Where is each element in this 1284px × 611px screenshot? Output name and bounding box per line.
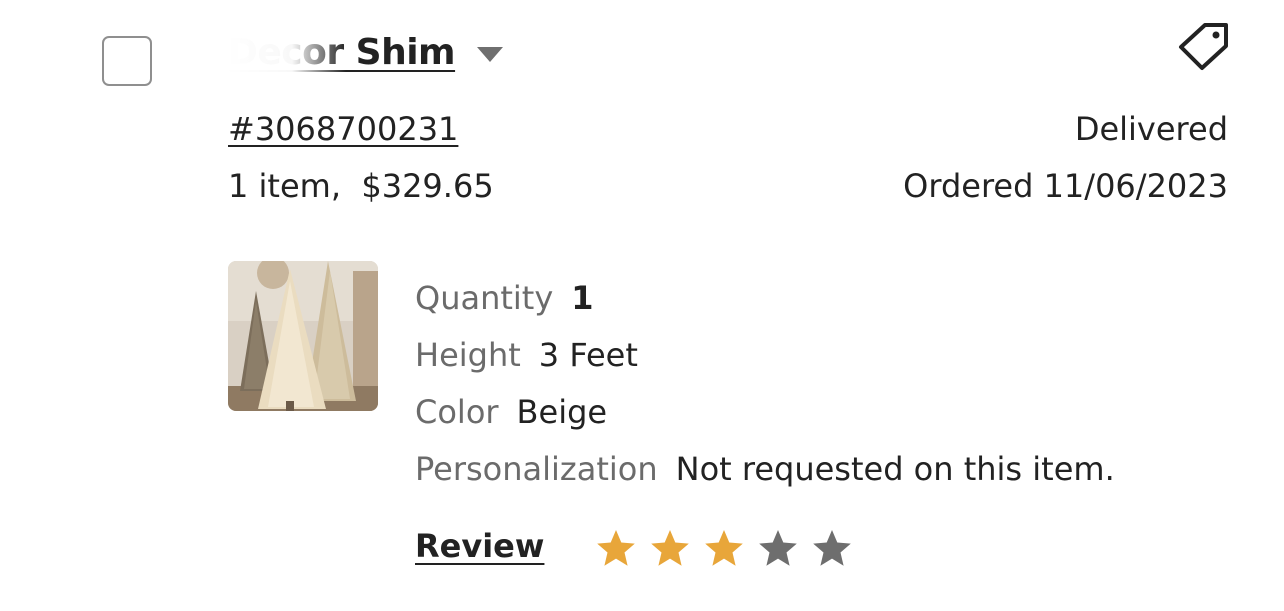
detail-color: Color Beige (415, 393, 607, 431)
star-rating (596, 528, 852, 568)
detail-value: 1 (571, 279, 594, 317)
detail-label: Personalization (415, 450, 658, 488)
beige-christmas-tree-thumbnail[interactable] (228, 261, 378, 411)
star-icon[interactable] (704, 528, 744, 568)
shop-header: Decor Shim (226, 22, 504, 82)
select-order-checkbox[interactable] (102, 36, 152, 86)
detail-label: Quantity (415, 279, 554, 317)
order-card: Decor Shim #3068700231 1 item, $329.65 D… (0, 0, 1284, 611)
detail-label: Color (415, 393, 499, 431)
star-icon[interactable] (596, 528, 636, 568)
order-number-link[interactable]: #3068700231 (228, 110, 458, 148)
order-summary: 1 item, $329.65 (228, 167, 494, 205)
detail-value: Beige (516, 393, 608, 431)
tag-icon[interactable] (1176, 20, 1232, 72)
detail-value: Not requested on this item. (675, 450, 1115, 488)
order-date: Ordered 11/06/2023 (903, 167, 1228, 205)
star-icon[interactable] (812, 528, 852, 568)
detail-value: 3 Feet (538, 336, 638, 374)
caret-down-icon[interactable] (477, 46, 504, 62)
detail-quantity: Quantity 1 (415, 279, 594, 317)
star-icon[interactable] (650, 528, 690, 568)
review-link[interactable]: Review (415, 527, 544, 565)
shop-name-text: Decor Shim (228, 31, 456, 73)
detail-label: Height (415, 336, 521, 374)
order-status: Delivered (1074, 110, 1228, 148)
detail-personalization: Personalization Not requested on this ite… (415, 450, 1115, 488)
star-icon[interactable] (758, 528, 798, 568)
shop-name-link[interactable]: Decor Shim (226, 31, 456, 73)
detail-height: Height 3 Feet (415, 336, 638, 374)
